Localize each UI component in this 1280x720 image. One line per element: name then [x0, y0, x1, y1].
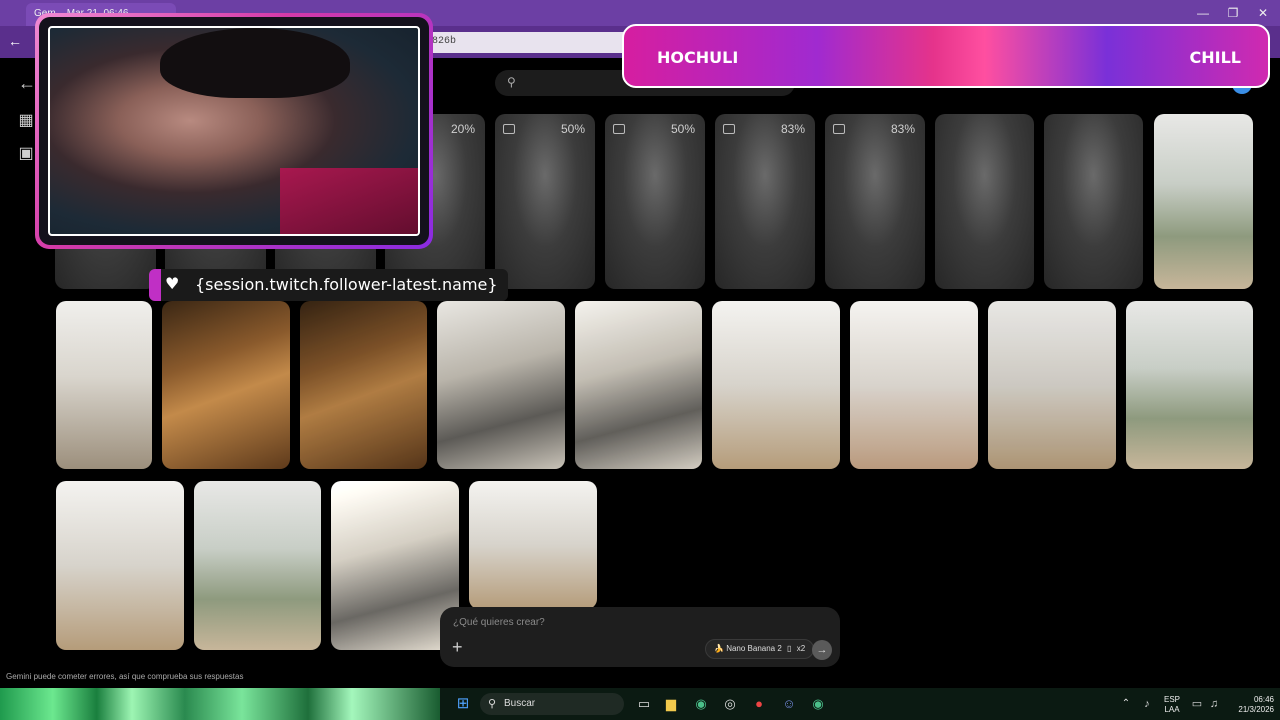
model-selector[interactable]: 🍌 Nano Banana 2 ▯ x2	[705, 639, 815, 659]
task-view-icon[interactable]: ▭	[636, 696, 652, 712]
maximize-button[interactable]: ❐	[1218, 4, 1248, 22]
generating-tile[interactable]	[1044, 114, 1143, 289]
lang-top: ESP	[1163, 695, 1180, 704]
generated-image[interactable]	[850, 301, 978, 469]
image-icon	[833, 124, 845, 134]
discord-icon[interactable]: ☺	[781, 696, 797, 712]
stream-banner: HOCHULI CHILL	[622, 24, 1270, 88]
network-icon[interactable]: ▭	[1189, 696, 1205, 712]
chrome-icon[interactable]: ◉	[693, 696, 709, 712]
tray-chevron-icon[interactable]: ⌃	[1118, 696, 1134, 712]
generating-tile[interactable]: 83%	[825, 114, 925, 289]
progress-label: 50%	[560, 122, 585, 136]
model-label: Nano Banana 2	[726, 644, 782, 653]
clock-date: 21/3/2026	[1238, 705, 1274, 714]
progress-label: 83%	[780, 122, 805, 136]
generating-tile[interactable]: 83%	[715, 114, 815, 289]
generated-image[interactable]	[300, 301, 427, 469]
taskbar-search-label: Buscar	[504, 698, 536, 709]
steam-icon[interactable]: ◎	[722, 696, 738, 712]
search-icon: ⚲	[507, 75, 516, 89]
windows-start-icon[interactable]: ⊞	[455, 696, 471, 712]
taskbar-search[interactable]: ⚲ Buscar	[480, 693, 624, 715]
lang-bottom: LAA	[1164, 705, 1180, 714]
generated-image[interactable]	[194, 481, 321, 650]
file-explorer-icon[interactable]: ▆	[663, 696, 679, 712]
heart-icon: ♥	[165, 274, 180, 293]
close-window-button[interactable]: ✕	[1248, 4, 1278, 22]
follower-alert: ♥ {session.twitch.follower-latest.name}	[149, 269, 508, 301]
generated-image[interactable]	[988, 301, 1116, 469]
progress-label: 83%	[890, 122, 915, 136]
chrome-profile-icon[interactable]: ◉	[810, 696, 826, 712]
generating-tile[interactable]: 50%	[605, 114, 705, 289]
language-indicator[interactable]: ESP LAA	[1160, 695, 1184, 715]
send-button[interactable]: →	[812, 640, 832, 660]
prompt-box[interactable]: ¿Qué quieres crear? + 🍌 Nano Banana 2 ▯ …	[440, 607, 840, 667]
generated-image[interactable]	[575, 301, 702, 469]
generated-image[interactable]	[712, 301, 840, 469]
taskbar: ⊞ ⚲ Buscar ▭ ▆ ◉ ◎ ● ☺ ◉ ⌃ ♪ ESP LAA ▭ ♫…	[0, 688, 1280, 720]
webcam-video	[48, 26, 420, 236]
clock[interactable]: 06:46 21/3/2026	[1226, 695, 1274, 715]
volume-icon[interactable]: ♫	[1206, 696, 1222, 712]
image-icon	[723, 124, 735, 134]
search-icon: ⚲	[488, 698, 497, 710]
image-icon	[503, 124, 515, 134]
follower-text: {session.twitch.follower-latest.name}	[195, 275, 498, 294]
aspect-icon: ▯	[787, 644, 792, 653]
generated-image[interactable]	[1154, 114, 1253, 289]
image-icon	[613, 124, 625, 134]
webcam-frame	[35, 13, 433, 249]
generated-image[interactable]	[56, 301, 152, 469]
progress-label: 20%	[450, 122, 475, 136]
generated-image[interactable]	[469, 481, 597, 609]
generated-image[interactable]	[1126, 301, 1253, 469]
obs-icon[interactable]: ●	[751, 696, 767, 712]
banana-icon: 🍌	[714, 644, 724, 653]
progress-label: 50%	[670, 122, 695, 136]
generated-image[interactable]	[56, 481, 184, 650]
microphone-icon[interactable]: ♪	[1139, 696, 1155, 712]
banner-left-label: HOCHULI	[657, 48, 739, 67]
browser-back-icon[interactable]: ←	[8, 33, 22, 49]
banner-right-label: CHILL	[1189, 48, 1241, 67]
generated-image[interactable]	[437, 301, 565, 469]
add-attachment-icon[interactable]: +	[452, 638, 463, 656]
minimize-button[interactable]: —	[1188, 4, 1218, 22]
clock-time: 06:46	[1253, 695, 1274, 704]
taskbar-glow	[0, 688, 440, 720]
count-label: x2	[796, 644, 806, 653]
disclaimer-text: Gemini puede cometer errores, así que co…	[6, 672, 244, 681]
screen: Gem... Mar 21, 06:46 — ❐ ✕ ← 826b ← ▦ ▣ …	[0, 0, 1280, 720]
prompt-placeholder: ¿Qué quieres crear?	[453, 617, 545, 628]
generated-image[interactable]	[162, 301, 290, 469]
address-text: 826b	[432, 36, 457, 47]
generating-tile[interactable]: 50%	[495, 114, 595, 289]
generating-tile[interactable]	[935, 114, 1034, 289]
